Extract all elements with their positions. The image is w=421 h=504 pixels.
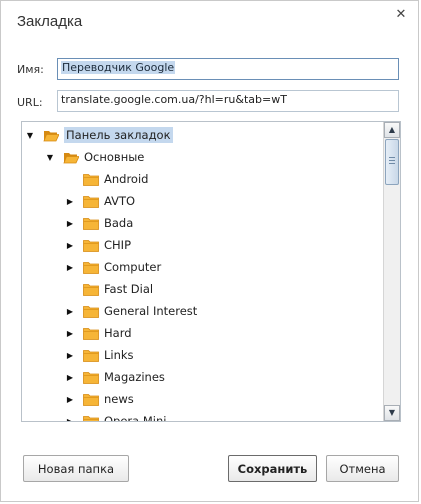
tree-item-label: CHIP	[104, 238, 132, 252]
tree-item-label: Magazines	[104, 370, 165, 384]
scroll-up-button[interactable]: ▲	[384, 122, 400, 138]
collapse-arrow-icon[interactable]: ▼	[26, 131, 34, 140]
tree-item[interactable]: ▶ Opera Mini	[66, 410, 167, 422]
tree-item-label: Opera Mini	[104, 414, 167, 422]
expand-arrow-icon[interactable]: ▶	[66, 197, 74, 206]
folder-icon	[83, 349, 99, 362]
expand-arrow-icon[interactable]: ▶	[66, 263, 74, 272]
tree-item[interactable]: Fast Dial	[66, 278, 153, 300]
expand-arrow-icon[interactable]: ▶	[66, 351, 74, 360]
tree-item[interactable]: Android	[66, 168, 148, 190]
expand-arrow-icon[interactable]: ▶	[66, 373, 74, 382]
name-label: Имя:	[17, 63, 44, 76]
bookmark-dialog: Закладка ✕ Имя: Переводчик Google URL: t…	[0, 0, 419, 502]
tree-item[interactable]: ▶ Hard	[66, 322, 132, 344]
folder-icon	[83, 283, 99, 296]
tree-item-label: Панель закладок	[64, 127, 173, 143]
folder-icon	[83, 239, 99, 252]
name-input[interactable]: Переводчик Google	[57, 58, 399, 80]
folder-icon	[83, 217, 99, 230]
tree-item-label: Bada	[104, 216, 134, 230]
close-icon[interactable]: ✕	[394, 8, 408, 22]
folder-icon	[83, 415, 99, 421]
folder-open-icon	[63, 151, 80, 164]
folder-icon	[83, 195, 99, 208]
scroll-down-button[interactable]: ▼	[384, 405, 400, 421]
tree-item[interactable]: ▶ Bada	[66, 212, 133, 234]
url-label: URL:	[17, 96, 43, 109]
tree-item[interactable]: ▶ news	[66, 388, 134, 410]
tree-item-label: Computer	[104, 260, 162, 274]
collapse-arrow-icon[interactable]: ▼	[46, 153, 54, 162]
tree-item-label: Android	[104, 172, 149, 186]
url-input[interactable]: translate.google.com.ua/?hl=ru&tab=wT	[57, 90, 399, 112]
dialog-title: Закладка	[17, 13, 83, 30]
folder-icon	[83, 261, 99, 274]
folder-icon	[83, 327, 99, 340]
scroll-thumb[interactable]	[385, 139, 399, 185]
tree-item-label: AVTO	[104, 194, 136, 208]
folder-icon	[83, 305, 99, 318]
cancel-button[interactable]: Отмена	[326, 455, 399, 482]
tree-item-label: Основные	[84, 150, 145, 164]
url-input-value: translate.google.com.ua/?hl=ru&tab=wT	[61, 93, 287, 106]
tree-item[interactable]: ▶ AVTO	[66, 190, 135, 212]
expand-arrow-icon[interactable]: ▶	[66, 219, 74, 228]
folder-open-icon	[43, 129, 60, 142]
tree-item[interactable]: ▶ Links	[66, 344, 134, 366]
save-button[interactable]: Сохранить	[228, 455, 317, 482]
expand-arrow-icon[interactable]: ▶	[66, 329, 74, 338]
folder-icon	[83, 173, 99, 186]
expand-arrow-icon[interactable]: ▶	[66, 395, 74, 404]
expand-arrow-icon[interactable]: ▶	[66, 417, 74, 422]
expand-arrow-icon[interactable]: ▶	[66, 307, 74, 316]
folder-icon	[83, 371, 99, 384]
tree-item[interactable]: ▼ Основные	[46, 146, 144, 168]
expand-arrow-icon[interactable]: ▶	[66, 241, 74, 250]
folder-tree[interactable]: ▼ Панель закладок ▼ Основные Android ▶ AVTO ▶ Ba…	[21, 121, 401, 422]
tree-item-label: Hard	[104, 326, 132, 340]
tree-item[interactable]: ▶ General Interest	[66, 300, 197, 322]
tree-item-label: Links	[104, 348, 134, 362]
folder-icon	[83, 393, 99, 406]
tree-item[interactable]: ▶ CHIP	[66, 234, 131, 256]
tree-item-label: news	[104, 392, 134, 406]
tree-item-label: General Interest	[104, 304, 198, 318]
tree-item-label: Fast Dial	[104, 282, 154, 296]
tree-scrollbar[interactable]: ▲ ▼	[383, 122, 400, 421]
new-folder-button[interactable]: Новая папка	[23, 455, 129, 482]
name-input-value: Переводчик Google	[61, 61, 176, 74]
folder-tree-rows: ▼ Панель закладок ▼ Основные Android ▶ AVTO ▶ Ba…	[22, 122, 382, 421]
tree-item[interactable]: ▼ Панель закладок	[26, 124, 173, 146]
tree-item[interactable]: ▶ Computer	[66, 256, 161, 278]
tree-item[interactable]: ▶ Magazines	[66, 366, 165, 388]
